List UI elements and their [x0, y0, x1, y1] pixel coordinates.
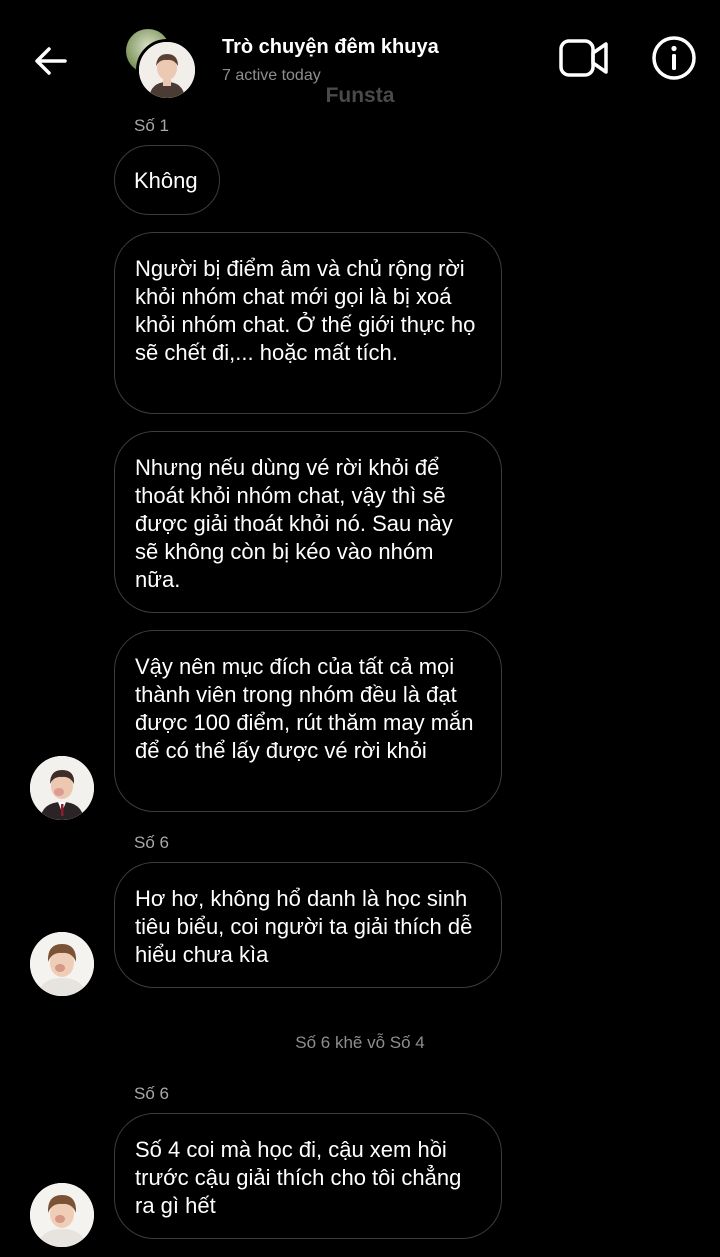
arrow-left-icon: [35, 47, 67, 75]
message-bubble[interactable]: Vậy nên mục đích của tất cả mọi thành vi…: [114, 630, 502, 812]
message-bubble[interactable]: Hơ hơ, không hổ danh là học sinh tiêu bi…: [114, 862, 502, 988]
watermark: Funsta: [325, 84, 395, 107]
chat-screen: Trò chuyện đêm khuya 7 active today Funs…: [0, 0, 720, 1257]
info-circle-icon: [652, 36, 696, 80]
system-note: Số 6 khẽ vỗ Số 4: [295, 1033, 425, 1052]
back-button[interactable]: [28, 38, 74, 84]
active-status: 7 active today: [222, 67, 321, 84]
avatar[interactable]: [30, 932, 94, 996]
chat-title: Trò chuyện đêm khuya: [222, 36, 439, 58]
chat-title-block[interactable]: Trò chuyện đêm khuya 7 active today: [222, 36, 439, 85]
avatar[interactable]: [30, 1183, 94, 1247]
message-bubble[interactable]: Không: [114, 145, 220, 215]
sender-name: Số 6: [134, 1084, 169, 1103]
message-bubble[interactable]: Số 4 coi mà học đi, cậu xem hồi trước cậ…: [114, 1113, 502, 1239]
sender-name: Số 6: [134, 833, 169, 852]
sender-name: Số 1: [134, 116, 169, 135]
info-button[interactable]: [651, 35, 697, 81]
video-camera-icon: [559, 39, 608, 77]
message-bubble[interactable]: Nhưng nếu dùng vé rời khỏi để thoát khỏi…: [114, 431, 502, 613]
avatar[interactable]: [30, 756, 94, 820]
message-bubble[interactable]: Người bị điểm âm và chủ rộng rời khỏi nh…: [114, 232, 502, 414]
video-call-button[interactable]: [558, 37, 610, 79]
